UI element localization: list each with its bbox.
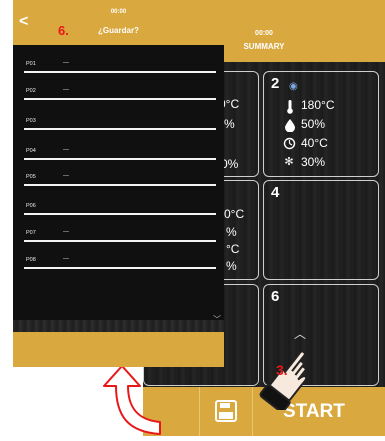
floppy-disk-icon <box>215 400 237 427</box>
program-slot-label: P06 <box>26 203 36 209</box>
program-slot-label: P08 <box>26 257 36 263</box>
program-slot-p08[interactable]: P08 --- <box>13 254 224 272</box>
program-slot-p03[interactable]: P03 <box>13 115 224 133</box>
timer-icon <box>283 137 296 150</box>
curved-arrow-icon <box>98 362 178 441</box>
step-6-label: 6. <box>58 23 69 38</box>
tile-3-core-temp: °C <box>226 242 240 256</box>
program-slot-p01[interactable]: P01 --- <box>13 58 224 76</box>
save-footer <box>13 332 224 367</box>
save-header <box>13 0 224 45</box>
tile-4-number: 4 <box>271 184 280 201</box>
tile-6-number: 6 <box>271 288 280 305</box>
program-slot-value: --- <box>63 229 69 235</box>
tile-3-fan: % <box>226 259 237 273</box>
save-title: ¿Guardar? <box>98 26 139 35</box>
program-slot-value: --- <box>63 87 69 93</box>
tile-3-temperature: 0°C <box>224 207 245 221</box>
wood-strip <box>13 320 224 332</box>
program-slot-value: --- <box>63 173 69 179</box>
program-slot-p02[interactable]: P02 --- <box>13 85 224 103</box>
tile-3-humidity: % <box>226 225 237 239</box>
program-slot-p05[interactable]: P05 --- <box>13 171 224 189</box>
program-slot-label: P07 <box>26 230 36 236</box>
program-slot-label: P03 <box>26 118 36 124</box>
tile-2-temperature: 180°C <box>301 98 335 112</box>
program-tile-4[interactable]: 4 <box>263 180 379 280</box>
tile-2-humidity: 50% <box>301 117 326 131</box>
chevron-down-icon[interactable]: ﹀ <box>213 314 221 325</box>
program-tile-2[interactable]: 2 ◉ 180°C 50% 40°C ✻ 30% <box>263 71 379 177</box>
tile-2-fan: 30% <box>301 155 326 169</box>
wifi-icon: ◉ <box>289 81 298 92</box>
fan-icon: ✻ <box>284 156 294 168</box>
humidity-drop-icon <box>284 119 296 133</box>
program-slot-label: P02 <box>26 88 36 94</box>
program-slot-p06[interactable]: P06 <box>13 200 224 218</box>
tile-1-humidity: % <box>224 117 235 131</box>
program-slot-p07[interactable]: P07 --- <box>13 227 224 245</box>
program-slot-label: P01 <box>26 61 36 67</box>
divider <box>24 184 216 186</box>
program-slot-value: --- <box>63 60 69 66</box>
program-slot-value: --- <box>63 147 69 153</box>
thermometer-icon <box>284 100 296 114</box>
tile-2-core-temp: 40°C <box>301 136 328 150</box>
save-clock: 00:00 <box>110 9 127 15</box>
divider <box>24 240 216 242</box>
save-program-screen: < 00:00 ¿Guardar? 6. P01 --- P02 --- P03… <box>13 0 224 367</box>
tile-2-number: 2 <box>271 75 280 92</box>
program-slot-label: P04 <box>26 148 36 154</box>
divider <box>24 128 216 130</box>
divider <box>24 98 216 100</box>
save-button[interactable] <box>199 387 253 436</box>
step-3-label: 3. <box>276 362 288 378</box>
divider <box>24 71 216 73</box>
divider <box>24 213 216 215</box>
divider <box>24 158 216 160</box>
divider <box>24 267 216 269</box>
program-slot-value: --- <box>63 256 69 262</box>
program-slot-p04[interactable]: P04 --- <box>13 145 224 163</box>
program-slot-label: P05 <box>26 174 36 180</box>
